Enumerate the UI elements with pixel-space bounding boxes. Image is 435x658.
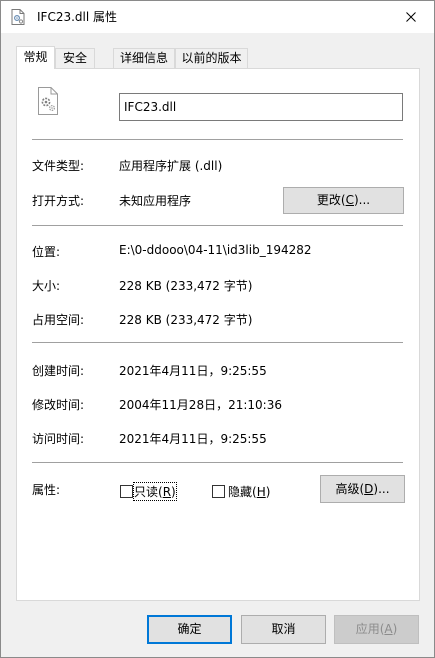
apply-button[interactable]: 应用(A)	[334, 615, 419, 644]
tab-general[interactable]: 常规	[16, 46, 55, 69]
advanced-button[interactable]: 高级(D)...	[320, 475, 405, 503]
separator	[32, 225, 403, 226]
size-on-disk-value: 228 KB (233,472 字节)	[119, 313, 253, 327]
tab-details[interactable]: 详细信息	[113, 48, 175, 68]
hidden-label[interactable]: 隐藏(H)	[228, 483, 270, 500]
tab-previous-versions[interactable]: 以前的版本	[175, 48, 248, 68]
readonly-label[interactable]: 只读(R)	[133, 482, 177, 501]
hidden-text: 隐藏(	[228, 485, 257, 499]
created-label: 创建时间:	[32, 364, 85, 378]
readonly-key: R	[162, 485, 172, 499]
readonly-checkbox[interactable]	[120, 485, 133, 498]
general-panel: 文件类型: 应用程序扩展 (.dll) 打开方式: 未知应用程序 更改(C)..…	[16, 68, 420, 601]
created-value: 2021年4月11日，9:25:55	[119, 364, 267, 378]
close-icon	[406, 12, 416, 22]
modified-label: 修改时间:	[32, 398, 85, 412]
accessed-value: 2021年4月11日，9:25:55	[119, 432, 267, 446]
separator	[32, 342, 403, 343]
dll-gear-file-icon	[38, 87, 58, 115]
separator	[32, 139, 403, 140]
readonly-text: 只读(	[134, 485, 163, 499]
modified-value: 2004年11月28日，21:10:36	[119, 398, 282, 412]
apply-button-suffix: )	[392, 622, 398, 636]
opens-with-value: 未知应用程序	[119, 194, 192, 208]
cancel-button[interactable]: 取消	[241, 615, 326, 644]
advanced-button-text: 高级(	[335, 482, 365, 496]
accessed-label: 访问时间:	[32, 432, 85, 446]
file-type-value: 应用程序扩展 (.dll)	[119, 159, 223, 173]
change-button-text: 更改(	[316, 193, 346, 207]
size-value: 228 KB (233,472 字节)	[119, 279, 253, 293]
advanced-button-suffix: )...	[373, 482, 390, 496]
location-label: 位置:	[32, 245, 61, 259]
file-type-label: 文件类型:	[32, 159, 85, 173]
close-button[interactable]	[388, 1, 434, 33]
tab-security[interactable]: 安全	[55, 48, 95, 68]
attributes-label: 属性:	[32, 483, 61, 497]
ok-button[interactable]: 确定	[147, 615, 232, 644]
window-title: IFC23.dll 属性	[37, 10, 118, 24]
apply-button-key: A	[384, 622, 393, 636]
title-bar: IFC23.dll 属性	[1, 1, 434, 33]
hidden-checkbox[interactable]	[212, 485, 225, 498]
opens-with-label: 打开方式:	[32, 194, 85, 208]
size-label: 大小:	[32, 279, 61, 293]
readonly-suffix: )	[171, 485, 176, 499]
change-button-key: C	[345, 193, 354, 207]
change-button-suffix: )...	[353, 193, 371, 207]
hidden-key: H	[256, 485, 266, 499]
file-name-input[interactable]	[119, 93, 403, 121]
change-button[interactable]: 更改(C)...	[283, 187, 404, 214]
location-value: E:\0-ddooo\04-11\id3lib_194282	[119, 243, 312, 257]
size-on-disk-label: 占用空间:	[32, 313, 85, 327]
dll-file-icon	[11, 9, 25, 25]
hidden-suffix: )	[265, 485, 271, 499]
separator	[32, 462, 403, 463]
apply-button-text: 应用(	[355, 622, 385, 636]
properties-dialog: IFC23.dll 属性 常规 安全 详细信息 以前的版本 IFC23.dll …	[0, 0, 435, 658]
